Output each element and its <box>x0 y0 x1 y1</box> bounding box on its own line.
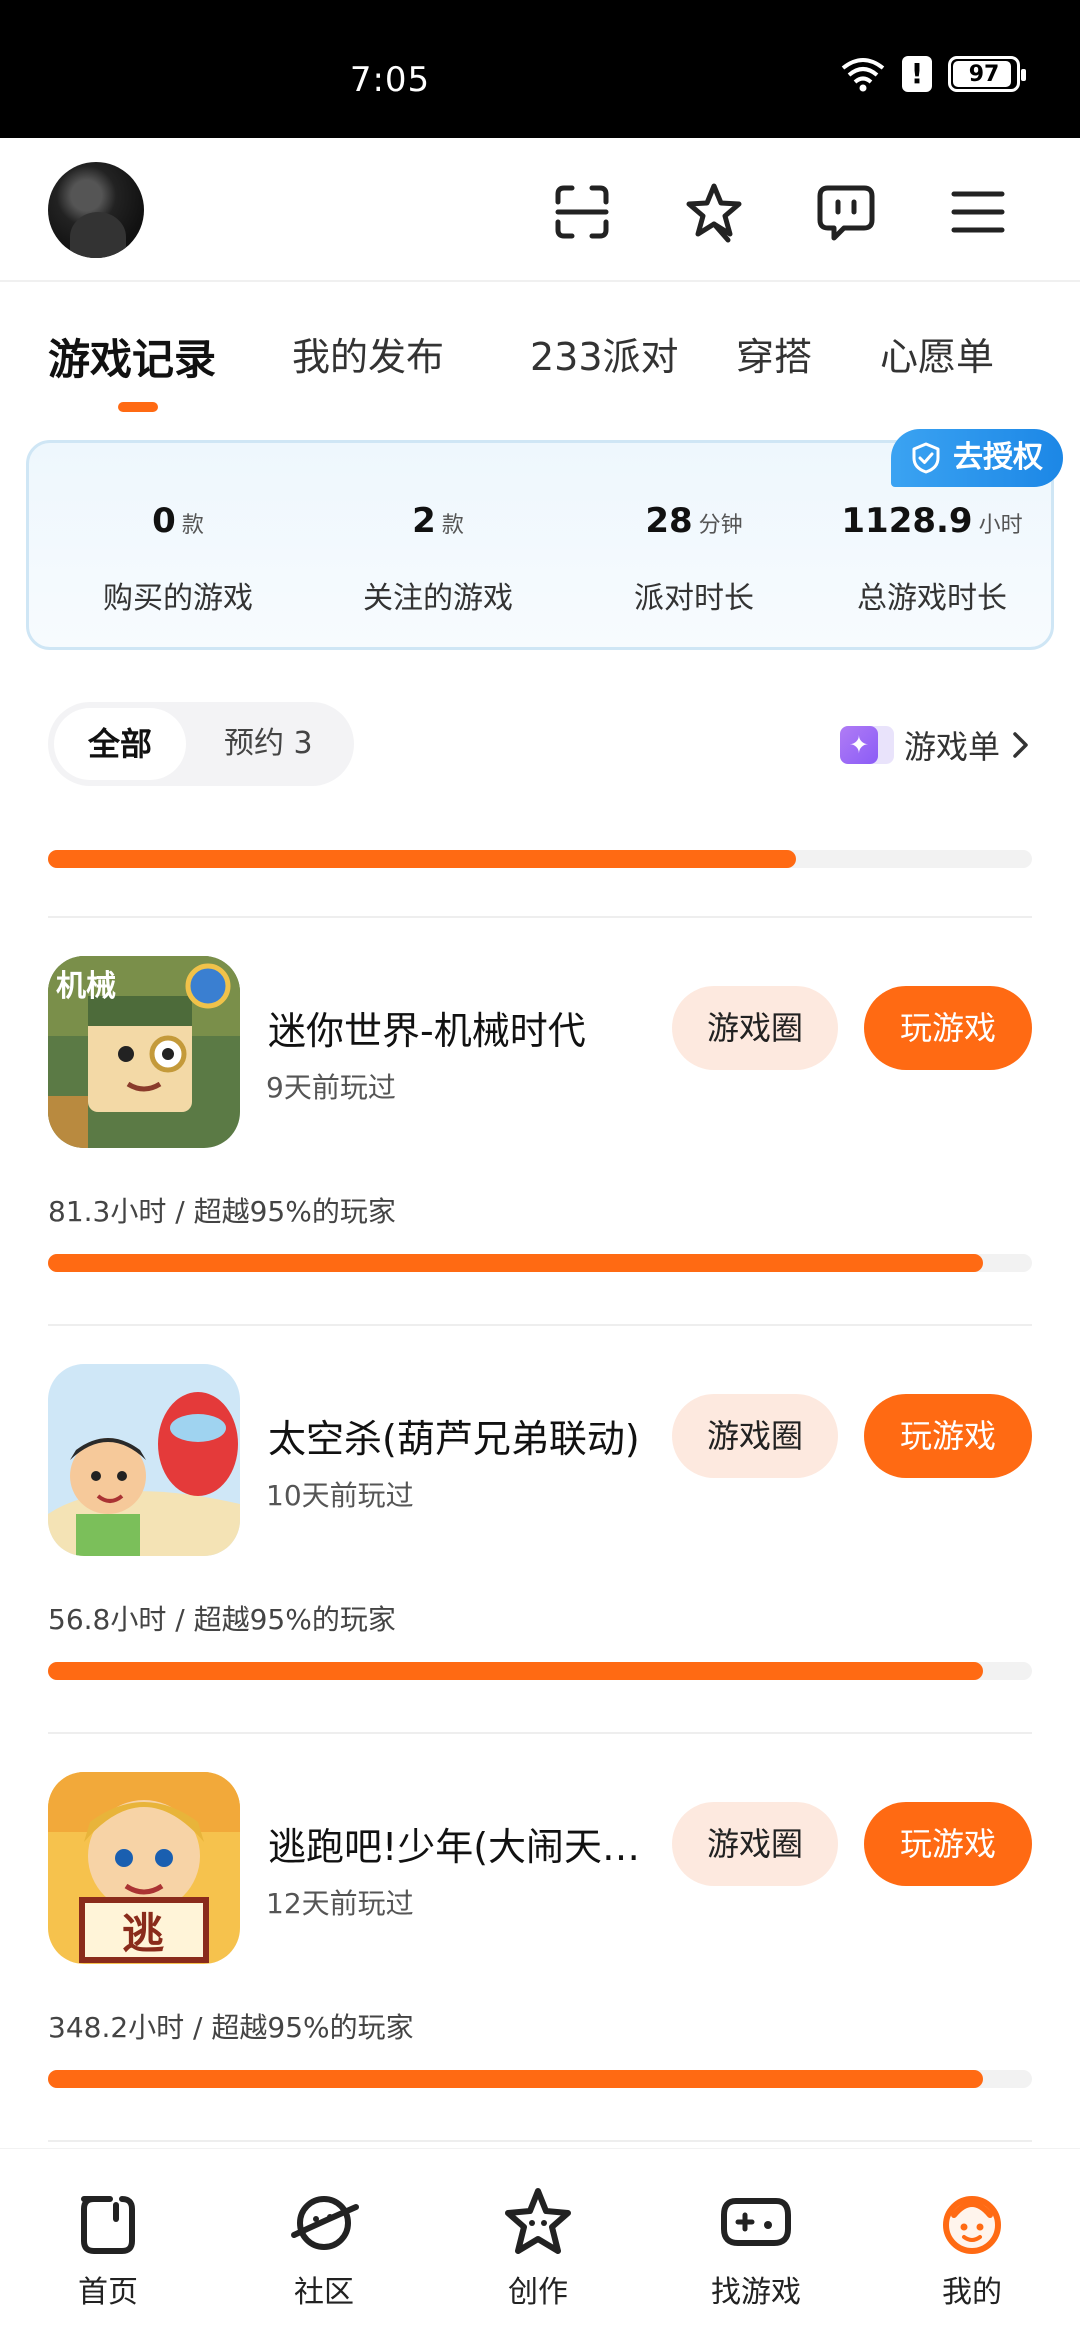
nav-label: 首页 <box>78 2275 138 2310</box>
nav-label: 找游戏 <box>711 2275 801 2310</box>
top-header <box>0 138 1080 282</box>
stats-card: 去授权 0款 购买的游戏 2款 关注的游戏 28 分钟 派对时长 1128.9 小时… <box>26 429 1063 650</box>
stat-value: 1128.9 <box>841 501 973 541</box>
bottom-nav: 首页 社区 创作 找游戏 我的 <box>0 2148 1080 2340</box>
game-icon-space-kill[interactable] <box>48 1364 240 1556</box>
game-circle-button[interactable]: 游戏圈 <box>672 986 838 1070</box>
planet-icon <box>291 2196 359 2250</box>
authorize-button[interactable]: 去授权 <box>891 429 1063 487</box>
filter-segment: 全部 预约 3 <box>48 702 354 786</box>
profile-face-icon <box>943 2196 1001 2254</box>
stat-value: 0 <box>152 501 176 541</box>
menu-icon[interactable] <box>946 180 1010 244</box>
tab-my-posts[interactable]: 我的发布 <box>292 326 444 381</box>
progress-fill <box>48 1662 983 1680</box>
play-stats: 348.2小时 / 超越95%的玩家 <box>48 2011 414 2044</box>
progress-bar <box>48 2070 1032 2088</box>
scan-icon[interactable] <box>550 180 614 244</box>
stat-label: 关注的游戏 <box>363 581 513 616</box>
game-list[interactable]: 机械 迷你世界-机械时代 9天前玩过 游戏圈 玩游戏 81.3小时 / 超越95… <box>0 800 1080 2150</box>
progress-bar <box>48 1254 1032 1272</box>
svg-text:机械: 机械 <box>56 969 116 1004</box>
game-row[interactable]: 机械 迷你世界-机械时代 9天前玩过 游戏圈 玩游戏 81.3小时 / 超越95… <box>0 918 1080 1326</box>
play-stats: 56.8小时 / 超越95%的玩家 <box>48 1603 396 1636</box>
game-circle-button[interactable]: 游戏圈 <box>672 1802 838 1886</box>
game-circle-button[interactable]: 游戏圈 <box>672 1394 838 1478</box>
stat-unit: 小时 <box>978 513 1023 538</box>
tab-outfit[interactable]: 穿搭 <box>736 326 812 381</box>
game-name: 迷你世界-机械时代 <box>268 1009 586 1053</box>
nav-home[interactable]: 首页 <box>38 2185 178 2311</box>
progress-fill <box>48 2070 983 2088</box>
battery-icon: 97 <box>948 56 1026 92</box>
battery-level: 97 <box>968 61 1000 87</box>
wifi-icon <box>841 58 885 92</box>
stat-unit: 款 <box>441 513 464 538</box>
stat-party-time[interactable]: 28 分钟 派对时长 <box>569 501 819 617</box>
message-icon[interactable] <box>814 180 878 244</box>
status-icons: 97 <box>840 56 1026 92</box>
authorize-label: 去授权 <box>953 440 1043 475</box>
stat-unit: 分钟 <box>698 513 743 538</box>
play-game-button[interactable]: 玩游戏 <box>864 1394 1032 1478</box>
status-time: 7:05 <box>349 60 431 100</box>
filter-all-button[interactable]: 全部 <box>54 708 186 780</box>
nav-community[interactable]: 社区 <box>254 2185 394 2311</box>
stat-label: 总游戏时长 <box>857 581 1007 616</box>
stat-value: 2 <box>412 501 436 541</box>
avatar[interactable] <box>48 162 144 258</box>
last-played: 12天前玩过 <box>266 1887 414 1920</box>
shield-check-icon <box>912 442 940 474</box>
progress-fill <box>48 1254 983 1272</box>
play-game-button[interactable]: 玩游戏 <box>864 986 1032 1070</box>
progress-fill <box>48 850 796 868</box>
stat-total-time[interactable]: 1128.9 小时 总游戏时长 <box>807 501 1057 617</box>
tab-game-record[interactable]: 游戏记录 <box>48 326 216 387</box>
stat-label: 购买的游戏 <box>103 581 253 616</box>
star-icon[interactable] <box>682 180 746 244</box>
game-icon-mini-world[interactable]: 机械 <box>48 956 240 1148</box>
alert-icon <box>902 56 932 92</box>
stat-unit: 款 <box>181 513 204 538</box>
sparkle-icon <box>839 726 878 764</box>
last-played: 10天前玩过 <box>266 1479 414 1512</box>
game-list-link[interactable]: 游戏单 <box>839 722 1032 768</box>
game-icon-run-boy[interactable]: 逃 <box>48 1772 240 1964</box>
progress-bar <box>48 850 1032 868</box>
nav-label: 社区 <box>294 2275 354 2310</box>
nav-label: 我的 <box>942 2275 1002 2310</box>
game-name: 逃跑吧!少年(大闹天… <box>268 1825 641 1869</box>
tab-party[interactable]: 233派对 <box>530 326 679 381</box>
stat-purchased[interactable]: 0款 购买的游戏 <box>53 501 303 617</box>
stat-label: 派对时长 <box>634 581 754 616</box>
game-row[interactable]: 太空杀(葫芦兄弟联动) 10天前玩过 游戏圈 玩游戏 56.8小时 / 超越95… <box>0 1326 1080 1734</box>
last-played: 9天前玩过 <box>266 1071 396 1104</box>
filter-reserve-button[interactable]: 预约 3 <box>224 708 313 780</box>
nav-create[interactable]: 创作 <box>468 2185 608 2311</box>
stat-value: 28 <box>645 501 693 541</box>
nav-find-games[interactable]: 找游戏 <box>686 2185 826 2311</box>
play-game-button[interactable]: 玩游戏 <box>864 1802 1032 1886</box>
progress-bar <box>48 1662 1032 1680</box>
star-create-icon <box>505 2188 571 2254</box>
game-row[interactable]: 逃 逃跑吧!少年(大闹天… 12天前玩过 游戏圈 玩游戏 348.2小时 / 超… <box>0 1734 1080 2142</box>
tab-wishlist[interactable]: 心愿单 <box>880 326 994 381</box>
home-icon <box>81 2196 135 2254</box>
stat-followed[interactable]: 2款 关注的游戏 <box>313 501 563 617</box>
game-list-label: 游戏单 <box>903 728 1000 766</box>
profile-tabs: 游戏记录 我的发布 233派对 穿搭 心愿单 <box>0 300 1080 430</box>
play-stats: 81.3小时 / 超越95%的玩家 <box>48 1195 396 1228</box>
game-name: 太空杀(葫芦兄弟联动) <box>268 1417 640 1461</box>
nav-label: 创作 <box>508 2275 568 2310</box>
gamepad-icon <box>721 2198 791 2246</box>
chevron-right-icon <box>1013 732 1028 758</box>
nav-me[interactable]: 我的 <box>902 2185 1042 2311</box>
status-bar: 7:05 97 <box>0 0 1080 138</box>
svg-text:逃: 逃 <box>122 1909 164 1958</box>
active-tab-indicator <box>118 402 158 412</box>
